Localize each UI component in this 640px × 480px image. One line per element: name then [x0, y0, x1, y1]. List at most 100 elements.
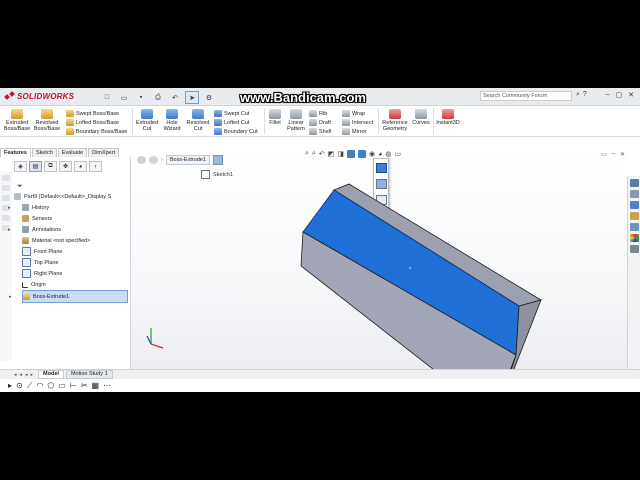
dimension-icon[interactable]: ⊢	[70, 381, 77, 390]
appearances-icon[interactable]	[630, 234, 639, 242]
tree-item-sensors[interactable]: Sensors	[22, 213, 128, 224]
minimize-icon[interactable]: –	[606, 91, 610, 99]
tree-item-right-plane[interactable]: Right Plane	[22, 268, 128, 279]
quick-access-toolbar: □ ▭ ▪ ⎙ ↶ ➤ ⚙	[100, 91, 216, 104]
hole-wizard-button[interactable]: Hole Wizard	[160, 109, 184, 132]
configurationmanager-tab-icon[interactable]: ⧉	[44, 161, 57, 172]
arrow-icon[interactable]: ▸	[8, 381, 12, 390]
undo-icon[interactable]: ↶	[168, 91, 182, 104]
extruded-boss-button[interactable]: Extruded Boss/Base	[4, 109, 30, 132]
tree-item-top-plane[interactable]: Top Plane	[22, 257, 128, 268]
tree-part-root[interactable]: Part9 (Default<<Default>_Display S	[14, 191, 120, 202]
tree-item-material[interactable]: Material <not specified>	[22, 235, 128, 246]
tab-motion-study-1[interactable]: Motion Study 1	[65, 370, 113, 379]
intersect-button[interactable]: Intersect	[342, 119, 373, 126]
propertymanager-tab-icon[interactable]: ▤	[29, 161, 42, 172]
lofted-cut-icon	[214, 119, 222, 126]
linear-pattern-button[interactable]: Linear Pattern	[285, 109, 307, 132]
print-icon[interactable]: ⎙	[151, 91, 165, 104]
curves-button[interactable]: Curves	[411, 109, 431, 126]
trim-icon[interactable]: ✂	[81, 381, 88, 390]
tree-item-boss-extrude1[interactable]: ▸ Boss-Extrude1	[9, 290, 128, 303]
lofted-cut-button[interactable]: Lofted Cut	[214, 119, 249, 126]
extruded-cut-icon	[141, 109, 153, 119]
help-icon[interactable]: ?	[583, 91, 587, 99]
expand-arrow-icon[interactable]: ›	[89, 161, 102, 172]
grid-icon[interactable]: ▦	[92, 381, 100, 390]
strip-icon[interactable]	[2, 185, 10, 191]
instant3d-button[interactable]: Instant3D	[434, 109, 462, 126]
expand-icon[interactable]: ▸	[9, 294, 12, 300]
tree-item-origin[interactable]: Origin	[22, 279, 128, 290]
rectangle-icon[interactable]: ▭	[58, 381, 66, 390]
line-icon[interactable]: ⟋	[27, 381, 33, 391]
sketch-toolbar: ▸ ⊙ ⟋ ◠ ⬠ ▭ ⊢ ✂ ▦ ⋯	[0, 379, 640, 392]
expand-icon[interactable]: ▸	[8, 205, 11, 211]
rib-button[interactable]: Rib	[309, 110, 327, 117]
fillet-button[interactable]: Fillet	[266, 109, 284, 126]
resources-icon[interactable]	[630, 190, 639, 198]
face-center-point	[409, 267, 411, 269]
strip-icon[interactable]	[2, 175, 10, 181]
open-folder-icon[interactable]: ▭	[117, 91, 131, 104]
circle-icon[interactable]: ⊙	[16, 381, 23, 390]
hole-wizard-icon	[166, 109, 178, 119]
fillet-icon	[269, 109, 281, 119]
rebuild-icon[interactable]: ⚙	[202, 91, 216, 104]
featuremanager-tab-icon[interactable]: ◈	[14, 161, 27, 172]
swept-boss-button[interactable]: Swept Boss/Base	[66, 110, 119, 117]
reference-geometry-button[interactable]: Reference Geometry	[380, 109, 410, 132]
restore-icon[interactable]: ▢	[616, 91, 623, 99]
swept-cut-icon	[214, 110, 222, 117]
boundary-boss-button[interactable]: Boundary Boss/Base	[66, 128, 127, 135]
strip-icon[interactable]	[2, 195, 10, 201]
graphics-area[interactable]: › Boss-Extrude1 Sketch1 ⌕ ⌕ ↶ ◩ ◨ ◉ ◕ ◍ …	[131, 148, 627, 369]
swept-cut-button[interactable]: Swept Cut	[214, 110, 249, 117]
home-icon[interactable]	[630, 179, 639, 187]
tree-item-history[interactable]: ▸ History	[8, 202, 128, 213]
revolved-boss-button[interactable]: Revolved Boss/Base	[33, 109, 61, 132]
revolved-cut-button[interactable]: Revolved Cut	[185, 109, 211, 132]
mirror-button[interactable]: Mirror	[342, 128, 366, 135]
boundary-cut-button[interactable]: Boundary Cut	[214, 128, 258, 135]
extruded-cut-button[interactable]: Extruded Cut	[134, 109, 160, 132]
search-input[interactable]: Search Community Forum	[480, 91, 572, 101]
select-arrow-icon[interactable]: ➤	[185, 91, 199, 104]
view-palette-icon[interactable]	[630, 223, 639, 231]
lofted-boss-button[interactable]: Lofted Boss/Base	[66, 119, 119, 126]
recording-watermark: www.Bandicam.com	[240, 90, 366, 105]
wrap-button[interactable]: Wrap	[342, 110, 365, 117]
file-explorer-icon[interactable]	[630, 212, 639, 220]
coordinate-triad-icon	[146, 328, 164, 349]
model-viewport[interactable]	[131, 148, 627, 369]
boundary-boss-icon	[66, 128, 74, 135]
options-icon[interactable]: ⋯	[103, 381, 111, 390]
tab-dimxpert[interactable]: DimXpert	[88, 148, 120, 157]
search-icon[interactable]: ⌕	[576, 91, 580, 99]
tab-model[interactable]: Model	[38, 370, 64, 379]
shell-button[interactable]: Shell	[309, 128, 331, 135]
close-icon[interactable]: ✕	[628, 91, 634, 99]
tab-features[interactable]: Features	[0, 148, 31, 157]
save-icon[interactable]: ▪	[134, 91, 148, 104]
tree-item-front-plane[interactable]: Front Plane	[22, 246, 128, 257]
design-library-icon[interactable]	[630, 201, 639, 209]
intersect-icon	[342, 119, 350, 126]
arc-icon[interactable]: ◠	[36, 381, 43, 390]
displaymanager-tab-icon[interactable]: ◕	[74, 161, 87, 172]
custom-properties-icon[interactable]	[630, 245, 639, 253]
expand-icon[interactable]: ▸	[8, 227, 11, 233]
strip-icon[interactable]	[2, 215, 10, 221]
logo-text: SOLIDWORKS	[17, 92, 75, 101]
tab-evaluate[interactable]: Evaluate	[57, 148, 88, 157]
solidworks-logo[interactable]: SOLIDWORKS	[4, 90, 75, 102]
polygon-icon[interactable]: ⬠	[47, 381, 54, 390]
dimxpertmanager-tab-icon[interactable]: ✥	[59, 161, 72, 172]
tab-sketch[interactable]: Sketch	[31, 148, 57, 157]
draft-button[interactable]: Draft	[309, 119, 331, 126]
filter-icon[interactable]: ⏷	[17, 183, 23, 191]
tree-item-annotations[interactable]: ▸ Annotations	[8, 224, 128, 235]
tab-navigation-arrows[interactable]: ◂◂◂▸	[14, 372, 36, 378]
history-icon	[22, 204, 29, 211]
new-document-icon[interactable]: □	[100, 91, 114, 104]
